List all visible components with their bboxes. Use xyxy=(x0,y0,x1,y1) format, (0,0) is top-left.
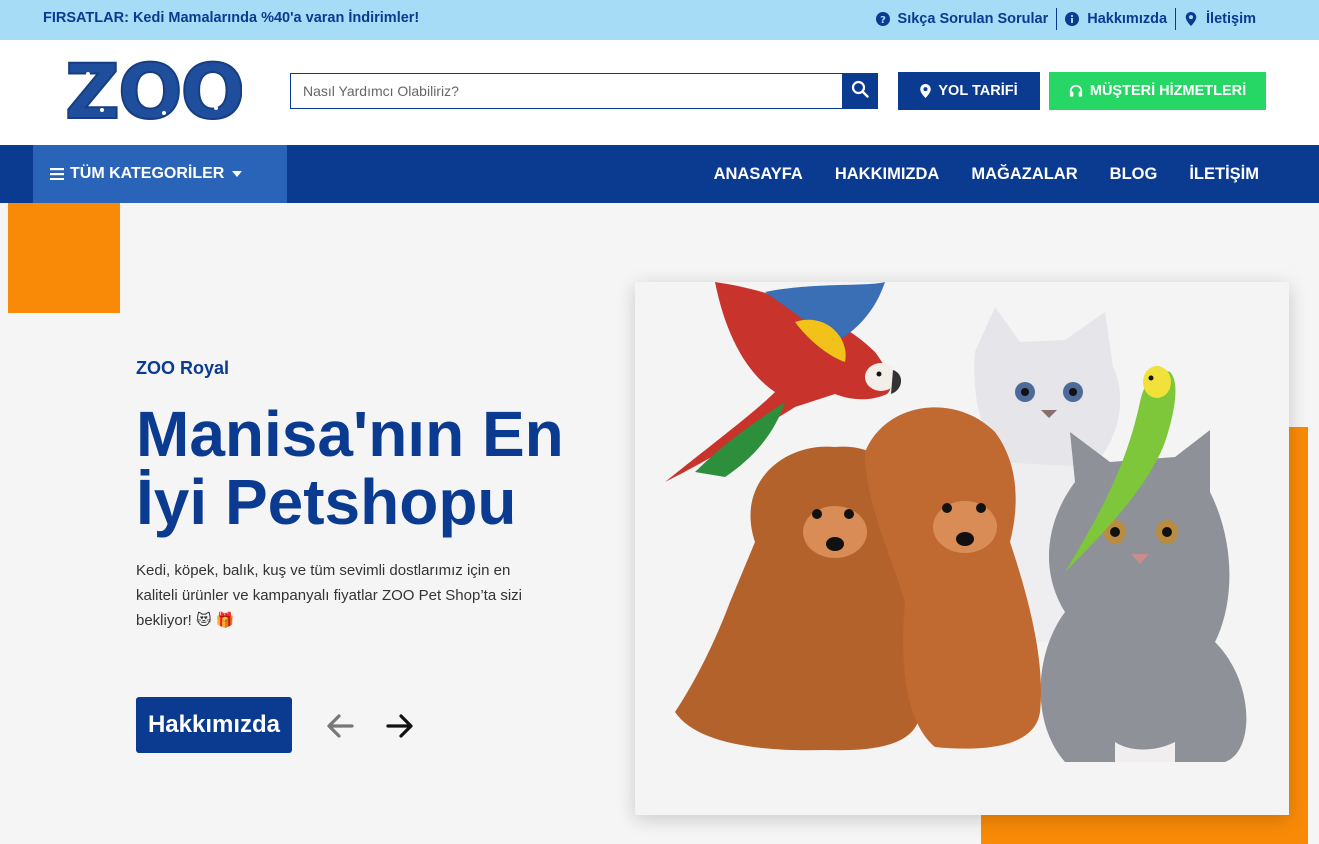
decorative-orange-square xyxy=(8,203,120,313)
pets-hero-image xyxy=(635,282,1289,815)
search-bar xyxy=(290,73,878,109)
arrow-right-icon xyxy=(382,714,418,748)
top-links: ? Sıkça Sorulan Sorular Hakkımızda İleti… xyxy=(868,8,1264,30)
search-icon xyxy=(851,80,869,103)
faq-link[interactable]: ? Sıkça Sorulan Sorular xyxy=(868,8,1058,30)
promo-banner[interactable]: FIRSATLAR: Kedi Mamalarında %40'a varan … xyxy=(43,10,419,26)
about-link[interactable]: Hakkımızda xyxy=(1057,8,1177,30)
info-circle-icon xyxy=(1065,12,1080,26)
svg-text:?: ? xyxy=(880,15,886,26)
nav-contact[interactable]: İLETİŞİM xyxy=(1189,165,1259,184)
nav-links: ANASAYFA HAKKIMIZDA MAĞAZALAR BLOG İLETİ… xyxy=(682,145,1259,203)
nav-home[interactable]: ANASAYFA xyxy=(714,165,803,184)
nav-blog[interactable]: BLOG xyxy=(1110,165,1158,184)
site-header: ZOO YOL TARİFİ MÜŞTERİ HİZMETLERİ xyxy=(0,40,1319,145)
directions-button[interactable]: YOL TARİFİ xyxy=(898,72,1040,110)
search-input[interactable] xyxy=(290,73,842,109)
directions-button-label: YOL TARİFİ xyxy=(938,83,1018,99)
hero-about-button[interactable]: Hakkımızda xyxy=(136,697,292,753)
promo-text: Kedi Mamalarında %40'a varan İndirimler! xyxy=(132,10,420,26)
hamburger-icon xyxy=(50,168,64,180)
hero-headline: Manisa'nın En İyi Petshopu xyxy=(136,398,564,538)
search-button[interactable] xyxy=(842,73,878,109)
caret-down-icon xyxy=(232,171,243,177)
contact-link[interactable]: İletişim xyxy=(1176,8,1264,30)
nav-stores[interactable]: MAĞAZALAR xyxy=(971,165,1077,184)
hero-subtitle: ZOO Royal xyxy=(136,358,230,378)
arrow-left-icon xyxy=(322,714,358,748)
customer-service-button-label: MÜŞTERİ HİZMETLERİ xyxy=(1089,83,1247,99)
customer-service-button[interactable]: MÜŞTERİ HİZMETLERİ xyxy=(1049,72,1266,110)
zoo-logo[interactable]: ZOO xyxy=(64,46,246,137)
all-categories-label: TÜM KATEGORİLER xyxy=(70,165,225,182)
faq-link-label: Sıkça Sorulan Sorular xyxy=(897,11,1049,27)
promo-topbar: FIRSATLAR: Kedi Mamalarında %40'a varan … xyxy=(0,0,1319,40)
contact-link-label: İletişim xyxy=(1206,11,1256,27)
question-circle-icon: ? xyxy=(875,12,890,26)
about-link-label: Hakkımızda xyxy=(1087,11,1168,27)
promo-label: FIRSATLAR: xyxy=(43,10,129,26)
main-nav: TÜM KATEGORİLER ANASAYFA HAKKIMIZDA MAĞA… xyxy=(0,145,1319,203)
nav-about[interactable]: HAKKIMIZDA xyxy=(835,165,940,184)
slider-prev-button[interactable] xyxy=(322,708,358,744)
headset-icon xyxy=(1069,84,1083,98)
slider-next-button[interactable] xyxy=(382,708,418,744)
map-pin-icon xyxy=(1184,12,1198,26)
hero-description: Kedi, köpek, balık, kuş ve tüm sevimli d… xyxy=(136,562,522,629)
all-categories-button[interactable]: TÜM KATEGORİLER xyxy=(33,145,287,203)
svg-text:ZOO: ZOO xyxy=(66,58,242,126)
map-pin-icon xyxy=(920,84,932,98)
